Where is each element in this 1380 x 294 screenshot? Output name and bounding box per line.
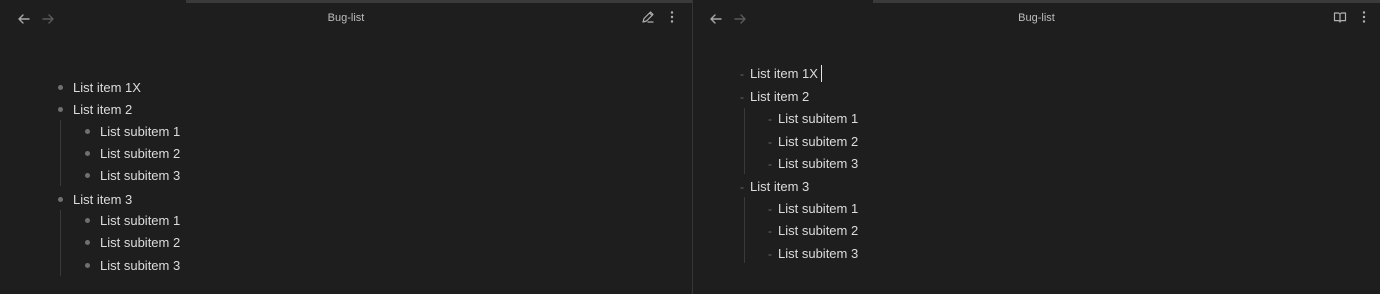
more-vertical-icon <box>1357 10 1371 29</box>
list-marker: - <box>768 157 772 171</box>
more-options-button[interactable] <box>663 10 681 28</box>
bullet-marker <box>85 129 90 134</box>
more-vertical-icon <box>665 10 679 29</box>
note-title[interactable]: Bug-list <box>693 12 1380 24</box>
list-subitem: List subitem 3 <box>100 168 181 183</box>
list-subitem: List subitem 1 <box>100 124 181 139</box>
editor-line[interactable]: List subitem 3 <box>778 246 858 262</box>
editor-line[interactable]: List subitem 2 <box>778 134 858 150</box>
left-pane-header: Bug-list <box>0 0 692 38</box>
text-cursor <box>821 65 822 82</box>
editor-line[interactable]: List subitem 1 <box>778 201 858 217</box>
indent-guide <box>744 197 745 263</box>
workspace: Bug-list List item 1X List item 2 List s… <box>0 0 1380 294</box>
bullet-marker <box>85 173 90 178</box>
pencil-icon <box>641 10 655 29</box>
bullet-marker <box>85 151 90 156</box>
right-pane-header: Bug-list <box>693 0 1380 38</box>
reading-view-content: List item 1X List item 2 List subitem 1 … <box>0 38 692 294</box>
list-item: List item 2 <box>73 102 133 117</box>
editor-line[interactable]: List item 1X <box>750 66 818 82</box>
list-marker: - <box>768 224 772 238</box>
right-pane: Bug-list - List item 1X - List item 2 - <box>693 0 1380 294</box>
list-marker: - <box>768 112 772 126</box>
book-open-icon <box>1333 10 1347 29</box>
bullet-marker <box>58 85 63 90</box>
indent-guide <box>60 120 61 186</box>
edit-mode-button[interactable] <box>639 10 657 28</box>
indent-guide <box>744 108 745 174</box>
left-pane: Bug-list List item 1X List item 2 List s… <box>0 0 692 294</box>
list-marker: - <box>768 202 772 216</box>
bullet-marker <box>58 197 63 202</box>
editor-content[interactable]: - List item 1X - List item 2 - List subi… <box>693 38 1380 294</box>
bullet-marker <box>58 107 63 112</box>
list-marker: - <box>768 135 772 149</box>
list-item: List item 3 <box>73 192 133 207</box>
more-options-button[interactable] <box>1355 10 1373 28</box>
editor-line[interactable]: List subitem 2 <box>778 223 858 239</box>
indent-guide <box>60 210 61 276</box>
list-marker: - <box>740 67 744 81</box>
editor-line[interactable]: List subitem 1 <box>778 111 858 127</box>
bullet-marker <box>85 240 90 245</box>
list-marker: - <box>740 90 744 104</box>
editor-line[interactable]: List subitem 3 <box>778 156 858 172</box>
list-item: List item 1X <box>73 80 141 95</box>
note-title[interactable]: Bug-list <box>0 12 692 24</box>
list-subitem: List subitem 3 <box>100 258 181 273</box>
reading-mode-button[interactable] <box>1331 10 1349 28</box>
bullet-marker <box>85 263 90 268</box>
bullet-marker <box>85 218 90 223</box>
editor-line[interactable]: List item 3 <box>750 179 809 195</box>
list-subitem: List subitem 2 <box>100 235 181 250</box>
list-subitem: List subitem 1 <box>100 213 181 228</box>
list-marker: - <box>740 180 744 194</box>
editor-line[interactable]: List item 2 <box>750 89 809 105</box>
list-subitem: List subitem 2 <box>100 146 181 161</box>
list-marker: - <box>768 247 772 261</box>
